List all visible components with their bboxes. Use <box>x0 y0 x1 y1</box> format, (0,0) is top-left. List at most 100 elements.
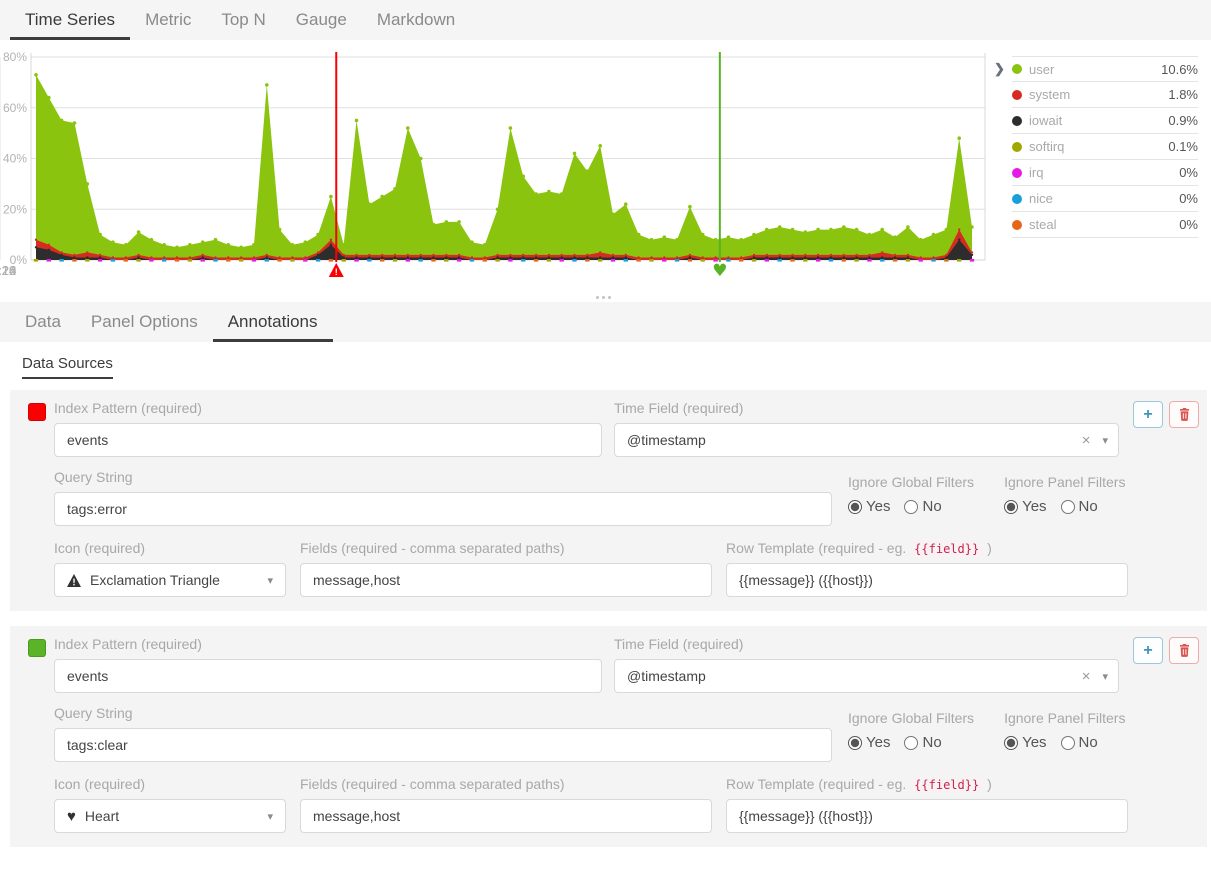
ignore-global-yes-radio[interactable] <box>848 736 862 750</box>
index-pattern-input[interactable] <box>54 423 602 457</box>
icon-label: Icon (required) <box>54 540 286 556</box>
legend-color-dot <box>1012 90 1022 100</box>
legend-series-label: irq <box>1029 165 1172 180</box>
row-template-input[interactable] <box>726 563 1128 597</box>
legend-series-value: 0.1% <box>1168 139 1198 154</box>
legend-series-label: steal <box>1029 217 1172 232</box>
timeseries-chart-panel: 0%20%40%60%80%15:1415:1615:1815:2015:221… <box>0 40 1211 302</box>
query-string-input[interactable] <box>54 492 832 526</box>
legend-item-softirq[interactable]: softirq 0.1% <box>1012 134 1198 160</box>
time-field-select[interactable]: @timestamp × ▾ <box>614 659 1119 693</box>
fields-label: Fields (required - comma separated paths… <box>300 540 712 556</box>
svg-text:!: ! <box>335 267 338 277</box>
index-pattern-label: Index Pattern (required) <box>54 400 602 416</box>
area-chart[interactable]: 0%20%40%60%80%15:1415:1615:1815:2015:221… <box>0 40 1000 290</box>
annotation-color-swatch[interactable] <box>28 639 46 657</box>
ignore-panel-yes-radio[interactable] <box>1004 500 1018 514</box>
ignore-panel-no-radio[interactable] <box>1061 500 1075 514</box>
fields-input[interactable] <box>300 799 712 833</box>
row-template-label: Row Template (required - eg. {{field}} ) <box>726 540 1128 556</box>
annotation-color-swatch[interactable] <box>28 403 46 421</box>
legend-item-nice[interactable]: nice0% <box>1012 186 1198 212</box>
time-field-select[interactable]: @timestamp × ▾ <box>614 423 1119 457</box>
legend-series-value: 10.6% <box>1161 62 1198 77</box>
chart-legend: user 10.6%system 1.8% iowait0.9% softirq 0.1%… <box>1012 56 1198 238</box>
splitter-drag-handle[interactable] <box>596 296 611 299</box>
chevron-down-icon: ▾ <box>267 810 273 823</box>
chevron-down-icon: ▾ <box>267 574 273 587</box>
legend-item-user[interactable]: user 10.6% <box>1012 56 1198 82</box>
legend-color-dot <box>1012 220 1022 230</box>
annotations-section: Data Sources <box>0 342 1211 379</box>
clear-selection-icon[interactable]: × <box>1082 432 1091 449</box>
legend-color-dot <box>1012 194 1022 204</box>
legend-series-label: softirq <box>1029 139 1161 154</box>
tab-gauge[interactable]: Gauge <box>281 0 362 40</box>
ignore-global-yes-radio[interactable] <box>848 500 862 514</box>
legend-series-label: system <box>1029 87 1161 102</box>
icon-label: Icon (required) <box>54 776 286 792</box>
index-pattern-input[interactable] <box>54 659 602 693</box>
legend-item-iowait[interactable]: iowait0.9% <box>1012 108 1198 134</box>
add-data-source-button[interactable]: + <box>1133 637 1163 664</box>
svg-text:♥: ♥ <box>712 261 727 281</box>
legend-series-label: user <box>1029 62 1154 77</box>
panel-tabbar: Data Panel Options Annotations <box>0 302 1211 342</box>
tab-metric[interactable]: Metric <box>130 0 206 40</box>
trash-icon <box>1179 408 1190 421</box>
delete-data-source-button[interactable] <box>1169 401 1199 428</box>
tab-top-n[interactable]: Top N <box>206 0 280 40</box>
tab-time-series[interactable]: Time Series <box>10 0 130 40</box>
fields-input[interactable] <box>300 563 712 597</box>
legend-series-value: 0% <box>1179 165 1198 180</box>
query-string-label: Query String <box>54 705 832 721</box>
legend-item-steal[interactable]: steal 0% <box>1012 212 1198 238</box>
clear-selection-icon[interactable]: × <box>1082 668 1091 685</box>
legend-color-dot <box>1012 168 1022 178</box>
svg-text:60%: 60% <box>3 101 27 115</box>
time-field-label: Time Field (required) <box>614 400 1119 416</box>
legend-item-system[interactable]: system 1.8% <box>1012 82 1198 108</box>
add-data-source-button[interactable]: + <box>1133 401 1163 428</box>
annotation-source-panel: Index Pattern (required) Time Field (req… <box>10 626 1207 847</box>
svg-text:20%: 20% <box>3 202 27 216</box>
heart-icon: ♥ <box>67 808 76 825</box>
tab-annotations[interactable]: Annotations <box>213 302 333 342</box>
svg-text:40%: 40% <box>3 152 27 166</box>
delete-data-source-button[interactable] <box>1169 637 1199 664</box>
legend-color-dot <box>1012 116 1022 126</box>
fields-label: Fields (required - comma separated paths… <box>300 776 712 792</box>
data-sources-heading[interactable]: Data Sources <box>22 355 113 379</box>
row-template-label: Row Template (required - eg. {{field}} ) <box>726 776 1128 792</box>
ignore-global-no-radio[interactable] <box>904 736 918 750</box>
legend-series-value: 0% <box>1179 217 1198 232</box>
ignore-global-filters-label: Ignore Global Filters <box>848 710 974 726</box>
tab-data[interactable]: Data <box>10 302 76 342</box>
legend-color-dot <box>1012 64 1022 74</box>
ignore-global-filters-label: Ignore Global Filters <box>848 474 974 490</box>
legend-color-dot <box>1012 142 1022 152</box>
field-code-sample: {{field}} <box>910 541 983 557</box>
query-string-label: Query String <box>54 469 832 485</box>
legend-collapse-chevron-icon[interactable]: ❯ <box>994 61 1005 77</box>
tab-panel-options[interactable]: Panel Options <box>76 302 213 342</box>
ignore-panel-yes-radio[interactable] <box>1004 736 1018 750</box>
chevron-down-icon: ▾ <box>1102 670 1108 683</box>
ignore-panel-filters-label: Ignore Panel Filters <box>1004 474 1125 490</box>
ignore-global-no-radio[interactable] <box>904 500 918 514</box>
legend-series-value: 1.8% <box>1168 87 1198 102</box>
field-code-sample: {{field}} <box>910 777 983 793</box>
tab-markdown[interactable]: Markdown <box>362 0 470 40</box>
icon-select[interactable]: Exclamation Triangle ▾ <box>54 563 286 597</box>
legend-series-value: 0% <box>1179 191 1198 206</box>
query-string-input[interactable] <box>54 728 832 762</box>
ignore-panel-no-radio[interactable] <box>1061 736 1075 750</box>
viz-type-tabbar: Time Series Metric Top N Gauge Markdown <box>0 0 1211 40</box>
legend-item-irq[interactable]: irq 0% <box>1012 160 1198 186</box>
legend-series-value: 0.9% <box>1168 113 1198 128</box>
exclamation-triangle-icon <box>67 574 81 587</box>
icon-select[interactable]: ♥ Heart ▾ <box>54 799 286 833</box>
ignore-panel-filters-label: Ignore Panel Filters <box>1004 710 1125 726</box>
row-template-input[interactable] <box>726 799 1128 833</box>
index-pattern-label: Index Pattern (required) <box>54 636 602 652</box>
